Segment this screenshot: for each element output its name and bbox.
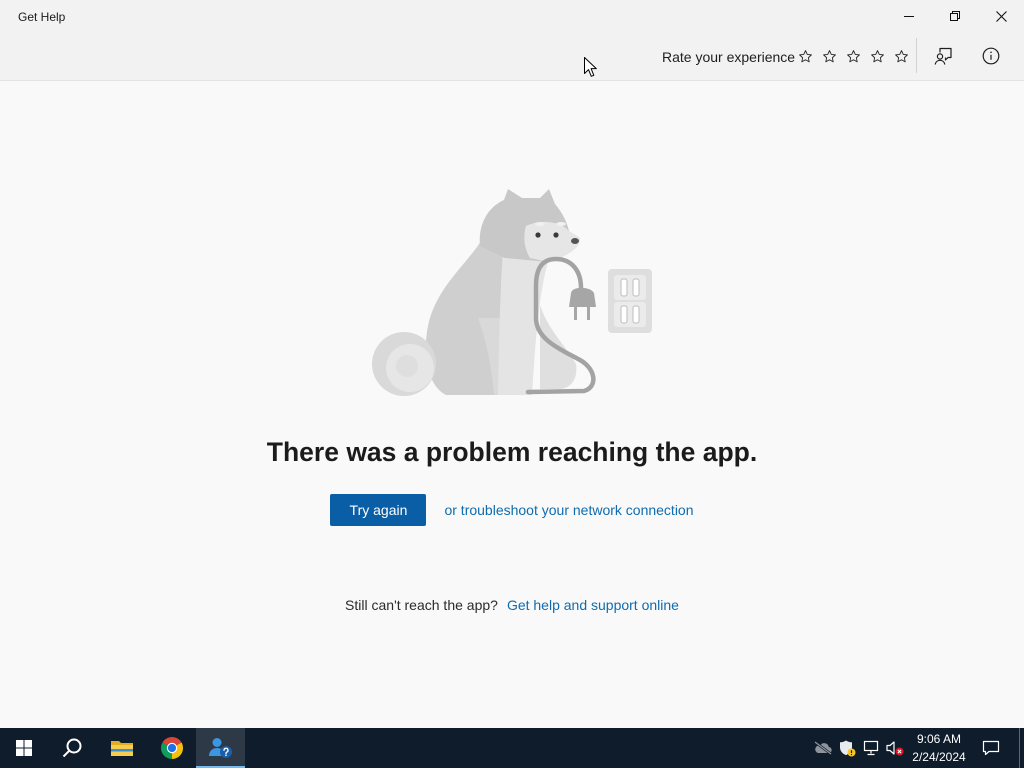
rating-star-5[interactable] bbox=[889, 44, 913, 68]
dog-brow bbox=[535, 222, 545, 226]
support-online-link[interactable]: Get help and support online bbox=[507, 596, 679, 614]
star-icon bbox=[822, 49, 836, 62]
error-heading: There was a problem reaching the app. bbox=[266, 437, 758, 467]
troubleshoot-network-link[interactable]: or troubleshoot your network connection bbox=[444, 501, 693, 519]
star-icon bbox=[870, 49, 884, 62]
close-icon bbox=[995, 10, 1007, 22]
toolbar-divider bbox=[916, 38, 917, 73]
tray-windows-security[interactable] bbox=[835, 728, 859, 768]
security-warning-icon bbox=[840, 740, 856, 757]
wall-outlet bbox=[608, 269, 652, 333]
search-icon bbox=[62, 738, 82, 758]
clock-time: 9:06 AM bbox=[916, 732, 962, 746]
app-toolbar: Rate your experience bbox=[0, 34, 1024, 81]
dog-eye bbox=[553, 232, 559, 238]
try-again-button[interactable]: Try again bbox=[330, 494, 427, 526]
taskbar-app-get-help[interactable] bbox=[196, 728, 245, 768]
fallback-row: Still can't reach the app? Get help and … bbox=[0, 596, 1024, 614]
rating-star-1[interactable] bbox=[793, 44, 817, 68]
windows-start-icon bbox=[16, 740, 32, 756]
window-title: Get Help bbox=[18, 10, 66, 24]
start-button[interactable] bbox=[0, 728, 48, 768]
star-icon bbox=[846, 49, 860, 62]
rating-star-4[interactable] bbox=[865, 44, 889, 68]
restore-button[interactable] bbox=[932, 0, 978, 32]
power-plug bbox=[569, 287, 596, 320]
network-icon bbox=[863, 740, 879, 756]
star-icon bbox=[894, 49, 908, 62]
info-icon bbox=[982, 47, 1000, 65]
fallback-prompt: Still can't reach the app? bbox=[345, 597, 498, 613]
taskbar-clock[interactable]: 9:06 AM 2/24/2024 bbox=[900, 730, 978, 766]
info-button[interactable] bbox=[971, 36, 1011, 76]
tray-network[interactable] bbox=[859, 728, 883, 768]
rating-stars bbox=[793, 44, 913, 68]
clock-date: 2/24/2024 bbox=[912, 750, 966, 764]
rate-experience-label: Rate your experience bbox=[662, 49, 796, 65]
feedback-icon bbox=[934, 47, 952, 65]
taskbar: 9:06 AM 2/24/2024 bbox=[0, 728, 1024, 768]
rating-star-2[interactable] bbox=[817, 44, 841, 68]
rating-star-3[interactable] bbox=[841, 44, 865, 68]
onedrive-offline-icon bbox=[814, 740, 832, 756]
dog-eye bbox=[535, 232, 541, 238]
dog-tail bbox=[372, 332, 436, 396]
taskbar-app-chrome[interactable] bbox=[148, 728, 196, 768]
show-desktop-button[interactable] bbox=[1019, 728, 1024, 768]
restore-icon bbox=[950, 11, 960, 21]
get-help-icon bbox=[208, 738, 232, 758]
dog-nose bbox=[571, 238, 579, 244]
unplugged-dog-illustration bbox=[372, 189, 652, 396]
action-center-button[interactable] bbox=[968, 728, 1014, 768]
close-button[interactable] bbox=[978, 0, 1024, 32]
search-button[interactable] bbox=[48, 728, 96, 768]
file-explorer-icon bbox=[111, 741, 133, 756]
feedback-button[interactable] bbox=[923, 36, 963, 76]
minimize-icon bbox=[904, 16, 914, 17]
minimize-button[interactable] bbox=[886, 0, 932, 32]
error-actions: Try again or troubleshoot your network c… bbox=[0, 494, 1024, 526]
dog-brow bbox=[556, 222, 566, 226]
taskbar-app-file-explorer[interactable] bbox=[98, 728, 146, 768]
star-icon bbox=[798, 49, 812, 62]
title-bar: Get Help bbox=[0, 0, 1024, 34]
action-center-icon bbox=[982, 740, 1000, 756]
chrome-icon bbox=[161, 737, 183, 759]
tray-onedrive[interactable] bbox=[811, 728, 835, 768]
